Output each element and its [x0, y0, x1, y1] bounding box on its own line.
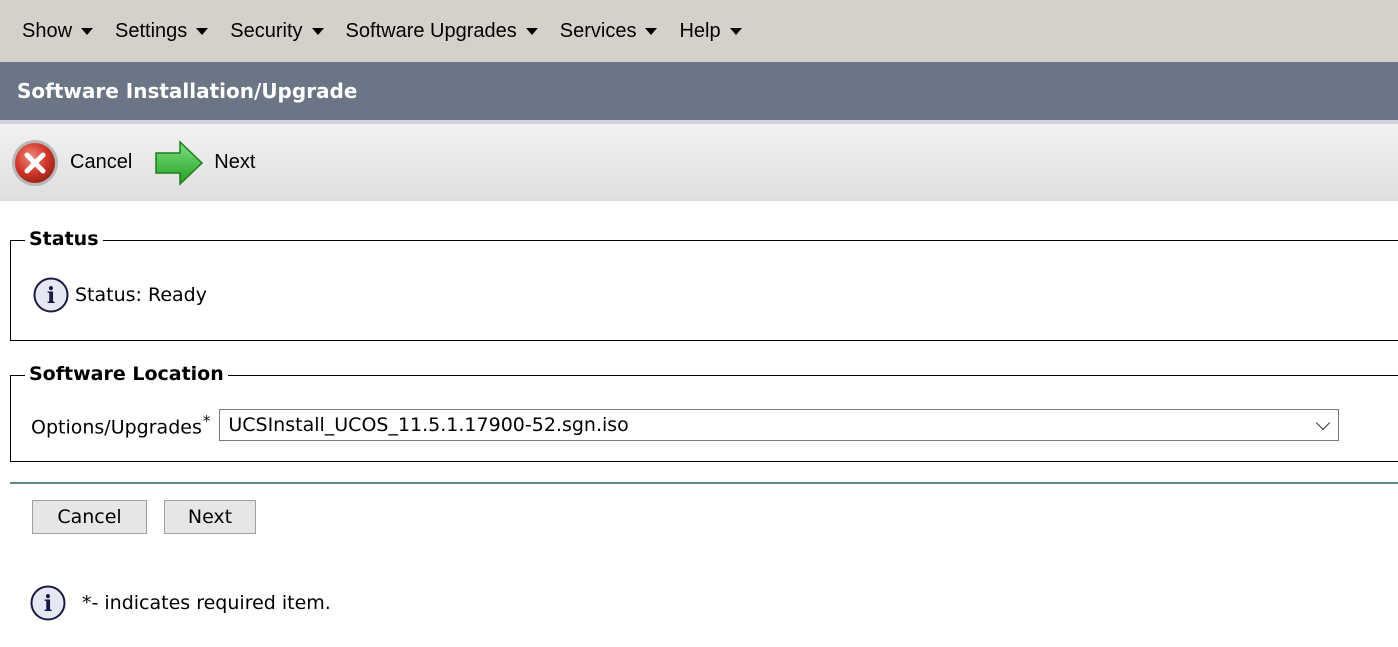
menu-show[interactable]: Show [22, 20, 107, 43]
info-icon: i [33, 277, 69, 313]
page-title-bar: Software Installation/Upgrade [0, 62, 1398, 120]
svg-text:i: i [47, 283, 55, 309]
status-section: Status i Status: Ready [10, 228, 1398, 341]
menu-help-label: Help [679, 19, 721, 42]
next-button[interactable]: Next [164, 500, 256, 534]
section-divider [10, 482, 1398, 484]
menu-software-upgrades[interactable]: Software Upgrades [346, 20, 552, 43]
required-marker: * [202, 411, 211, 430]
options-upgrades-select[interactable]: UCSInstall_UCOS_11.5.1.17900-52.sgn.iso [219, 409, 1340, 441]
menu-help[interactable]: Help [679, 20, 755, 43]
menu-services[interactable]: Services [560, 20, 672, 43]
toolbar-next-label: Next [214, 151, 256, 173]
required-footnote: i *- indicates required item. [30, 585, 331, 621]
caret-down-icon [81, 27, 94, 35]
info-icon: i [30, 585, 66, 621]
software-location-section: Software Location Options/Upgrades* UCSI… [10, 363, 1398, 462]
status-row: i Status: Ready [33, 277, 207, 313]
menu-settings[interactable]: Settings [115, 20, 222, 43]
status-legend: Status [25, 228, 103, 250]
caret-down-icon [311, 27, 324, 35]
menu-software-upgrades-label: Software Upgrades [345, 19, 517, 42]
options-upgrades-row: Options/Upgrades* UCSInstall_UCOS_11.5.1… [31, 409, 1340, 441]
menu-services-label: Services [559, 19, 637, 42]
menu-bar: Show Settings Security Software Upgrades… [0, 0, 1398, 62]
cancel-button[interactable]: Cancel [32, 500, 147, 534]
caret-down-icon [196, 27, 209, 35]
caret-down-icon [645, 27, 658, 35]
menu-security[interactable]: Security [230, 20, 337, 43]
next-arrow-icon [155, 139, 204, 186]
menu-security-label: Security [230, 19, 303, 42]
footnote-text: *- indicates required item. [82, 592, 331, 614]
menu-settings-label: Settings [115, 19, 188, 42]
menu-show-label: Show [22, 19, 73, 42]
toolbar: Cancel Next [0, 124, 1398, 201]
options-upgrades-label: Options/Upgrades* [31, 412, 210, 438]
caret-down-icon [525, 27, 538, 35]
page-title: Software Installation/Upgrade [17, 79, 358, 103]
toolbar-cancel-label: Cancel [70, 151, 133, 173]
toolbar-next-button[interactable]: Next [154, 139, 256, 186]
svg-text:i: i [44, 591, 52, 617]
software-location-legend: Software Location [25, 363, 228, 385]
cancel-icon [12, 139, 58, 186]
toolbar-cancel-button[interactable]: Cancel [10, 138, 132, 188]
options-upgrades-label-text: Options/Upgrades [31, 416, 202, 439]
caret-down-icon [729, 27, 742, 35]
status-text: Status: Ready [75, 284, 207, 306]
chevron-down-icon [1316, 415, 1331, 430]
options-upgrades-selected-value: UCSInstall_UCOS_11.5.1.17900-52.sgn.iso [228, 414, 629, 436]
